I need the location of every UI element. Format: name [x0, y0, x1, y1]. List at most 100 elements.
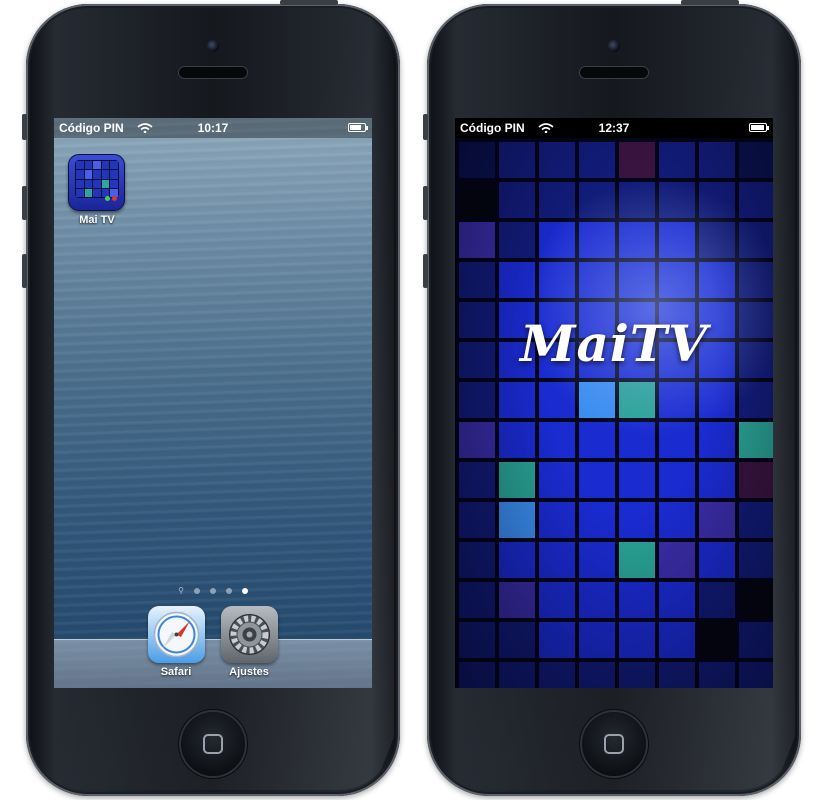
- page-dot[interactable]: [210, 588, 216, 594]
- mosaic-tile: [699, 542, 735, 578]
- mute-switch: [22, 114, 27, 140]
- mosaic-tile: [699, 222, 735, 258]
- mosaic-tile: [659, 662, 695, 688]
- mosaic-tile: [739, 462, 773, 498]
- mosaic-tile: [579, 142, 615, 178]
- mosaic-tile: [739, 622, 773, 658]
- status-bar: Código PIN 10:17: [54, 118, 372, 138]
- mosaic-tile: [699, 662, 735, 688]
- mosaic-tile: [579, 382, 615, 418]
- sleep-button: [681, 0, 739, 5]
- mosaic-tile: [579, 662, 615, 688]
- mosaic-tile: [699, 582, 735, 618]
- gear-glyph: [229, 614, 270, 655]
- mosaic-tile: [659, 142, 695, 178]
- settings-gear-icon[interactable]: [221, 606, 278, 663]
- mosaic-tile: [539, 382, 575, 418]
- mosaic-tile: [579, 502, 615, 538]
- sleep-button: [280, 0, 338, 5]
- mosaic-tile: [459, 462, 495, 498]
- volume-down-button: [423, 254, 428, 288]
- clock: 10:17: [197, 121, 229, 135]
- splash-title: MaiTV: [520, 314, 708, 373]
- spotlight-search-icon[interactable]: ⚲: [178, 587, 184, 595]
- mosaic-tile: [619, 542, 655, 578]
- mosaic-tile: [579, 462, 615, 498]
- mosaic-tile: [459, 182, 495, 218]
- mosaic-tile: [619, 262, 655, 298]
- mosaic-tile: [499, 582, 535, 618]
- home-button[interactable]: [181, 712, 245, 776]
- home-button[interactable]: [582, 712, 646, 776]
- mosaic-tile: [739, 542, 773, 578]
- compass-glyph: [153, 611, 200, 658]
- mosaic-tile: [539, 222, 575, 258]
- splash-background: [455, 118, 773, 688]
- page-indicator[interactable]: ⚲: [54, 587, 372, 595]
- mosaic-tile: [739, 182, 773, 218]
- mosaic-tile: [499, 262, 535, 298]
- home-square-icon: [203, 734, 223, 754]
- mosaic-tile: [459, 382, 495, 418]
- mosaic-tile: [659, 622, 695, 658]
- mosaic-tile: [459, 502, 495, 538]
- mosaic-tile: [699, 502, 735, 538]
- mosaic-tile: [579, 182, 615, 218]
- mosaic-tile: [579, 582, 615, 618]
- battery-icon: [749, 123, 769, 132]
- mosaic-tile: [699, 382, 735, 418]
- mosaic-tile: [539, 582, 575, 618]
- mosaic-tile: [699, 422, 735, 458]
- app-splash-screen: Código PIN 12:37 MaiTV: [455, 118, 773, 688]
- page-dot-active[interactable]: [242, 588, 248, 594]
- maitv-app-icon[interactable]: [68, 154, 125, 211]
- mosaic-tile: [739, 382, 773, 418]
- mosaic-tile: [619, 622, 655, 658]
- home-square-icon: [604, 734, 624, 754]
- mosaic-tile: [579, 622, 615, 658]
- clock: 12:37: [598, 121, 630, 135]
- status-bar: Código PIN 12:37: [455, 118, 773, 138]
- mosaic-tile: [579, 542, 615, 578]
- mosaic-tile: [619, 662, 655, 688]
- mosaic-tile: [619, 422, 655, 458]
- mosaic-tile: [659, 382, 695, 418]
- mosaic-tile: [659, 182, 695, 218]
- mosaic-tile: [619, 582, 655, 618]
- mosaic-tile: [659, 542, 695, 578]
- mosaic-tile: [739, 662, 773, 688]
- front-camera: [207, 40, 219, 52]
- safari-compass-icon[interactable]: [148, 606, 205, 663]
- mosaic-tile: [659, 582, 695, 618]
- mosaic-tile: [459, 582, 495, 618]
- maitv-app-label: Mai TV: [79, 214, 115, 226]
- page-dot[interactable]: [226, 588, 232, 594]
- mosaic-tile: [459, 542, 495, 578]
- page-dot[interactable]: [194, 588, 200, 594]
- mosaic-tile: [499, 622, 535, 658]
- battery-icon: [348, 123, 368, 132]
- mosaic-tile: [459, 662, 495, 688]
- mosaic-tile: [659, 462, 695, 498]
- mosaic-tile: [539, 182, 575, 218]
- ajustes-label: Ajustes: [229, 666, 269, 678]
- iphone-left: Código PIN 10:17 Mai TV ⚲ Safari Ajustes: [22, 0, 400, 796]
- mosaic-tile: [659, 222, 695, 258]
- safari-label: Safari: [160, 666, 192, 678]
- mosaic-tile: [539, 502, 575, 538]
- home-screen: Código PIN 10:17 Mai TV ⚲ Safari Ajustes: [54, 118, 372, 688]
- mosaic-tile: [699, 262, 735, 298]
- mosaic-tile: [699, 462, 735, 498]
- mosaic-tile: [699, 182, 735, 218]
- mosaic-tile: [539, 542, 575, 578]
- mosaic-tile: [459, 142, 495, 178]
- mosaic-tile: [579, 422, 615, 458]
- maitv-indicator-dots: [103, 188, 117, 206]
- mosaic-tile: [739, 502, 773, 538]
- mosaic-tile: [459, 622, 495, 658]
- mosaic-tile: [619, 222, 655, 258]
- mosaic-tile: [739, 262, 773, 298]
- mosaic-tile: [739, 582, 773, 618]
- mosaic-tile: [619, 462, 655, 498]
- mosaic-tile: [739, 222, 773, 258]
